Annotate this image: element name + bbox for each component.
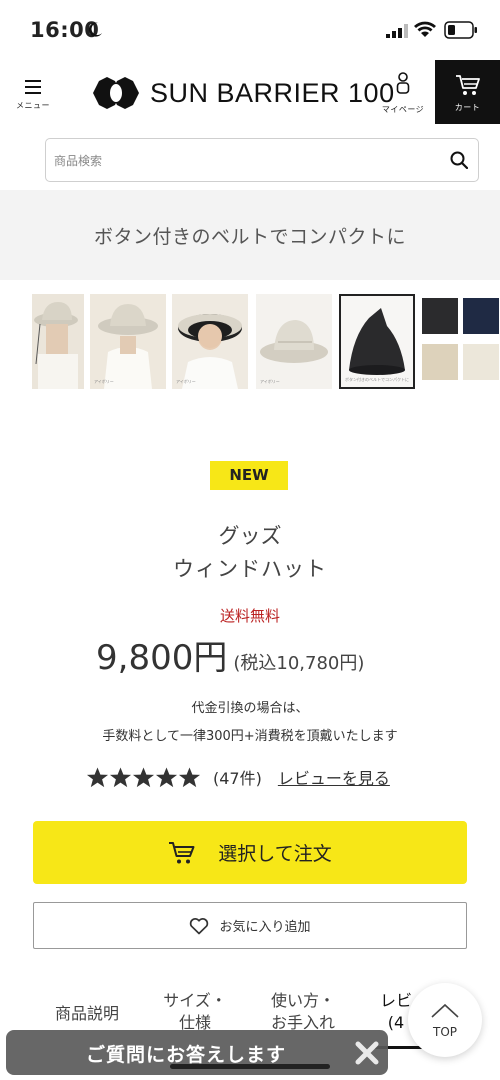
- mypage-label: マイページ: [381, 105, 425, 114]
- star-icon: [178, 766, 201, 787]
- site-logo[interactable]: SUN BARRIER 100: [90, 76, 395, 110]
- product-page: 16:00 メニュー SUN BARRIER 100 マイページ カート 商品検…: [0, 0, 500, 1080]
- star-icon: [109, 766, 132, 787]
- tab-label: 商品説明: [54, 1004, 119, 1023]
- rating-stars: [86, 766, 201, 789]
- star-icon: [86, 766, 109, 787]
- heart-icon: [190, 917, 209, 934]
- price: 9,800円: [96, 638, 228, 678]
- menu-button[interactable]: メニュー: [10, 68, 56, 120]
- back-to-top-button[interactable]: TOP: [408, 983, 482, 1057]
- cod-note-line2: 手数料として一律300円+消費税を頂戴いたします: [102, 729, 398, 744]
- logo-mark-icon: [93, 77, 139, 109]
- thumbnail-caption: アイボリー: [94, 379, 114, 384]
- rating-row: (47件) レビューを見る: [86, 763, 390, 791]
- tab-description[interactable]: 商品説明: [40, 1003, 134, 1025]
- status-bar: 16:00: [0, 0, 500, 58]
- site-header: メニュー SUN BARRIER 100 マイページ カート: [0, 60, 500, 124]
- thumbnail-caption: アイボリー: [176, 379, 196, 384]
- hat-product-image: [256, 294, 332, 389]
- banner-text: ボタン付きのベルトでコンパクトに: [93, 225, 406, 248]
- thumbnail-image[interactable]: アイボリー: [256, 294, 332, 389]
- view-reviews-link[interactable]: レビューを見る: [278, 765, 390, 789]
- tab-label-line2: (4: [387, 1013, 405, 1032]
- search-icon[interactable]: [450, 151, 468, 169]
- back-to-top-label: TOP: [432, 1025, 457, 1039]
- price-tax-included: (税込10,780円): [233, 653, 365, 674]
- logo-text: SUN BARRIER 100: [150, 77, 395, 108]
- cod-note-line1: 代金引換の場合は、: [191, 701, 309, 716]
- hat-side-image: [32, 294, 84, 389]
- color-swatch-black[interactable]: [422, 298, 458, 334]
- menu-label: メニュー: [16, 101, 50, 110]
- search-input[interactable]: [54, 149, 434, 173]
- thumbnail-caption: ボタン付きのベルトでコンパクトに: [345, 377, 409, 382]
- hat-back-image: [90, 294, 166, 389]
- search-box: [45, 138, 479, 182]
- battery-icon: [444, 21, 477, 39]
- tab-label: サイズ・: [163, 991, 227, 1010]
- order-button[interactable]: 選択して注文: [33, 821, 467, 884]
- product-category: グッズ: [218, 524, 282, 548]
- chevron-up-icon: [431, 1003, 459, 1018]
- add-favorite-button[interactable]: お気に入り追加: [33, 902, 467, 949]
- star-icon: [155, 766, 178, 787]
- signal-icon: [386, 24, 408, 38]
- cart-icon: [169, 841, 195, 863]
- chat-text: ご質問にお答えします: [86, 1044, 287, 1066]
- close-icon[interactable]: [352, 1038, 382, 1068]
- tab-label: 使い方・: [270, 991, 335, 1010]
- product-thumbnails: アイボリー アイボリー アイボリー ボタン付きのベルトでコンパクトに: [0, 292, 500, 392]
- hat-folded-image: [341, 296, 413, 387]
- cart-label: カート: [454, 103, 481, 112]
- cart-button[interactable]: カート: [435, 60, 500, 124]
- thumbnail-image[interactable]: アイボリー: [172, 294, 248, 389]
- tab-size-spec[interactable]: サイズ・ 仕様: [148, 990, 242, 1034]
- person-icon: [396, 72, 410, 94]
- thumbnail-image[interactable]: [32, 294, 84, 389]
- price-row: 9,800円 (税込10,780円): [96, 630, 364, 679]
- color-swatch-navy[interactable]: [463, 298, 499, 334]
- add-favorite-label: お気に入り追加: [219, 920, 311, 935]
- tab-usage-care[interactable]: 使い方・ お手入れ: [256, 990, 350, 1034]
- thumbnail-caption: アイボリー: [260, 379, 280, 384]
- new-badge: NEW: [210, 461, 288, 490]
- moon-icon: [88, 22, 102, 37]
- color-swatch-beige[interactable]: [422, 344, 458, 380]
- order-button-label: 選択して注文: [218, 843, 332, 865]
- product-name: ウィンドハット: [173, 557, 327, 581]
- review-count: (47件): [213, 769, 262, 788]
- free-shipping-label: 送料無料: [219, 607, 280, 625]
- wifi-icon: [414, 21, 436, 37]
- hamburger-icon: [25, 80, 41, 94]
- cart-icon: [455, 75, 480, 95]
- star-icon: [132, 766, 155, 787]
- hat-front-model-image: [172, 294, 248, 389]
- feature-banner: ボタン付きのベルトでコンパクトに: [0, 190, 500, 280]
- mypage-button[interactable]: マイページ: [378, 72, 428, 122]
- thumbnail-image[interactable]: アイボリー: [90, 294, 166, 389]
- color-swatch-ivory[interactable]: [463, 344, 499, 380]
- home-indicator: [170, 1064, 330, 1069]
- thumbnail-image-selected[interactable]: ボタン付きのベルトでコンパクトに: [339, 294, 415, 389]
